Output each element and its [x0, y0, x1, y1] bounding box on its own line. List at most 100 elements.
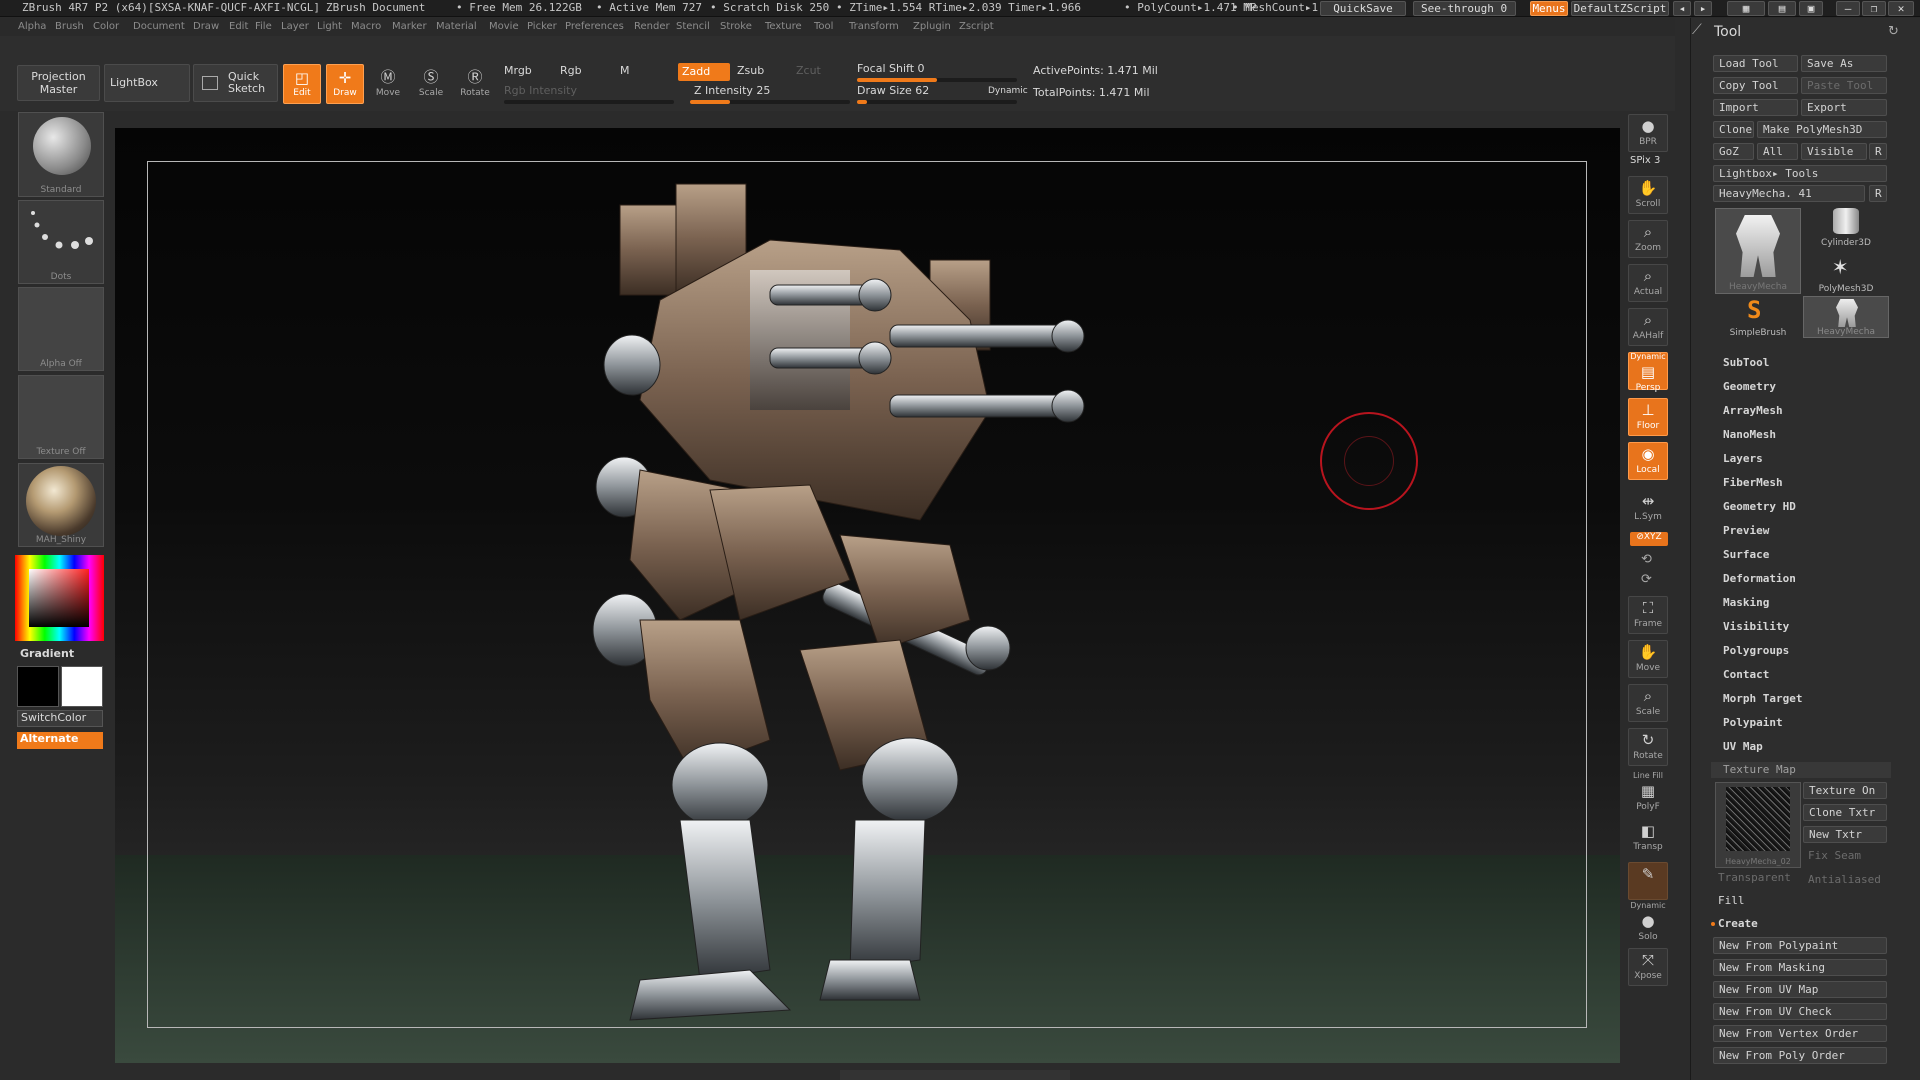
menu-tool[interactable]: Tool: [814, 18, 833, 36]
subpalette-contact[interactable]: Contact: [1723, 668, 1769, 681]
draw-button[interactable]: ✛ Draw: [326, 64, 364, 104]
menu-transform[interactable]: Transform: [849, 18, 899, 36]
transparent-toggle[interactable]: Transparent: [1713, 870, 1799, 887]
paste-tool-button[interactable]: Paste Tool: [1801, 77, 1887, 94]
menu-material[interactable]: Material: [436, 18, 477, 36]
minimize-icon[interactable]: –: [1836, 1, 1860, 16]
see-through-slider[interactable]: See-through 0: [1413, 1, 1516, 16]
palette-refresh-icon[interactable]: ↻: [1888, 24, 1899, 39]
goz-button[interactable]: GoZ: [1713, 143, 1754, 160]
tool-palette-title[interactable]: Tool: [1714, 24, 1741, 40]
menu-zplugin[interactable]: Zplugin: [913, 18, 951, 36]
bpr-button[interactable]: ● BPR: [1628, 114, 1668, 152]
create-subsection[interactable]: Create: [1718, 917, 1758, 930]
aahalf-button[interactable]: ⌕ AAHalf: [1628, 308, 1668, 346]
primary-color-swatch[interactable]: [61, 666, 103, 707]
draw-size-track[interactable]: [857, 100, 1017, 104]
antialiased-toggle[interactable]: Antialiased: [1803, 872, 1887, 889]
layout-toggle-icon[interactable]: ▤: [1768, 1, 1796, 16]
lightbox-tools-button[interactable]: Lightbox▸ Tools: [1713, 165, 1887, 182]
menus-button[interactable]: Menus: [1530, 1, 1568, 16]
subpalette-morph-target[interactable]: Morph Target: [1723, 692, 1802, 705]
load-tool-button[interactable]: Load Tool: [1713, 55, 1798, 72]
ghost-button[interactable]: ✎: [1628, 862, 1668, 900]
zadd-button[interactable]: Zadd: [678, 63, 730, 81]
subpalette-deformation[interactable]: Deformation: [1723, 572, 1796, 585]
goz-all-button[interactable]: All: [1757, 143, 1798, 160]
make-polymesh-button[interactable]: Make PolyMesh3D: [1757, 121, 1887, 138]
new-txtr-button[interactable]: New Txtr: [1803, 826, 1887, 843]
layout-icon[interactable]: ▦: [1727, 1, 1765, 16]
menu-zscript[interactable]: Zscript: [959, 18, 994, 36]
menu-color[interactable]: Color: [93, 18, 119, 36]
subpalette-masking[interactable]: Masking: [1723, 596, 1769, 609]
local-button[interactable]: ◉ Local: [1628, 442, 1668, 480]
spix-slider[interactable]: SPix 3: [1630, 155, 1660, 166]
tool-thumb-cylinder3d[interactable]: Cylinder3D: [1803, 208, 1889, 248]
focal-shift-slider[interactable]: Focal Shift 0: [857, 62, 925, 75]
gradient-label[interactable]: Gradient: [20, 647, 74, 660]
rotate-y-icon[interactable]: ⟲: [1641, 552, 1652, 567]
menu-document[interactable]: Document: [133, 18, 185, 36]
texture-map-thumbnail[interactable]: HeavyMecha_02: [1715, 782, 1801, 868]
subpalette-geometry[interactable]: Geometry: [1723, 380, 1776, 393]
scroll-right-icon[interactable]: ▸: [1694, 1, 1712, 16]
floor-button[interactable]: ⊥ Floor: [1628, 398, 1668, 436]
zcut-button[interactable]: Zcut: [796, 64, 821, 77]
texture-on-button[interactable]: Texture On: [1803, 782, 1887, 799]
goz-visible-button[interactable]: Visible: [1801, 143, 1867, 160]
new-from-uv-map-button[interactable]: New From UV Map: [1713, 981, 1887, 998]
quicksave-button[interactable]: QuickSave: [1320, 1, 1406, 16]
move-view-button[interactable]: ✋ Move: [1628, 640, 1668, 678]
subpalette-layers[interactable]: Layers: [1723, 452, 1763, 465]
subpalette-surface[interactable]: Surface: [1723, 548, 1769, 561]
alternate-button[interactable]: Alternate: [17, 732, 103, 749]
rgb-intensity-track[interactable]: [504, 100, 674, 104]
dynamic-toggle[interactable]: Dynamic: [988, 86, 1028, 96]
save-as-button[interactable]: Save As: [1801, 55, 1887, 72]
subpalette-uv-map[interactable]: UV Map: [1723, 740, 1763, 753]
alpha-thumbnail[interactable]: Alpha Off: [18, 287, 104, 371]
new-from-masking-button[interactable]: New From Masking: [1713, 959, 1887, 976]
fix-seam-button[interactable]: Fix Seam: [1803, 848, 1887, 865]
mrgb-button[interactable]: Mrgb: [504, 64, 532, 77]
polyf-button[interactable]: Line Fill ▦ PolyF: [1628, 772, 1668, 813]
menu-render[interactable]: Render: [634, 18, 670, 36]
current-tool-slider[interactable]: HeavyMecha. 41: [1713, 185, 1865, 202]
canvas-bottom-handle[interactable]: [840, 1070, 1070, 1080]
new-from-vertex-order-button[interactable]: New From Vertex Order: [1713, 1025, 1887, 1042]
menu-alpha[interactable]: Alpha: [18, 18, 46, 36]
tool-thumb-polymesh3d[interactable]: ✶ PolyMesh3D: [1803, 252, 1889, 294]
subpalette-nanomesh[interactable]: NanoMesh: [1723, 428, 1776, 441]
rotate-button[interactable]: Ⓡ Rotate: [456, 64, 494, 104]
fill-subsection[interactable]: Fill: [1718, 894, 1745, 907]
scroll-button[interactable]: ✋ Scroll: [1628, 176, 1668, 214]
xpose-button[interactable]: ⤧ Xpose: [1628, 948, 1668, 986]
move-button[interactable]: Ⓜ Move: [369, 64, 407, 104]
menu-macro[interactable]: Macro: [351, 18, 381, 36]
maximize-icon[interactable]: ❐: [1862, 1, 1886, 16]
frame-button[interactable]: ⛶ Frame: [1628, 596, 1668, 634]
stroke-thumbnail[interactable]: Dots: [18, 200, 104, 284]
material-thumbnail[interactable]: MAH_Shiny: [18, 463, 104, 547]
menu-movie[interactable]: Movie: [489, 18, 519, 36]
subpalette-polygroups[interactable]: Polygroups: [1723, 644, 1789, 657]
menu-stencil[interactable]: Stencil: [676, 18, 710, 36]
edit-button[interactable]: ◰ Edit: [283, 64, 321, 104]
subpalette-geometry-hd[interactable]: Geometry HD: [1723, 500, 1796, 513]
focal-shift-track[interactable]: [857, 78, 1017, 82]
subpalette-polypaint[interactable]: Polypaint: [1723, 716, 1783, 729]
menu-preferences[interactable]: Preferences: [565, 18, 624, 36]
import-button[interactable]: Import: [1713, 99, 1798, 116]
secondary-color-swatch[interactable]: [17, 666, 59, 707]
palette-pin-icon[interactable]: ⟋: [1692, 22, 1702, 38]
tool-thumb-simplebrush[interactable]: S SimpleBrush: [1715, 296, 1801, 338]
menu-picker[interactable]: Picker: [527, 18, 557, 36]
menu-brush[interactable]: Brush: [55, 18, 84, 36]
scale-button[interactable]: Ⓢ Scale: [412, 64, 450, 104]
transp-button[interactable]: ◧ Transp: [1628, 820, 1668, 858]
zoom-button[interactable]: ⌕ Zoom: [1628, 220, 1668, 258]
brush-thumbnail[interactable]: Standard: [18, 112, 104, 197]
menu-edit[interactable]: Edit: [229, 18, 248, 36]
copy-tool-button[interactable]: Copy Tool: [1713, 77, 1798, 94]
